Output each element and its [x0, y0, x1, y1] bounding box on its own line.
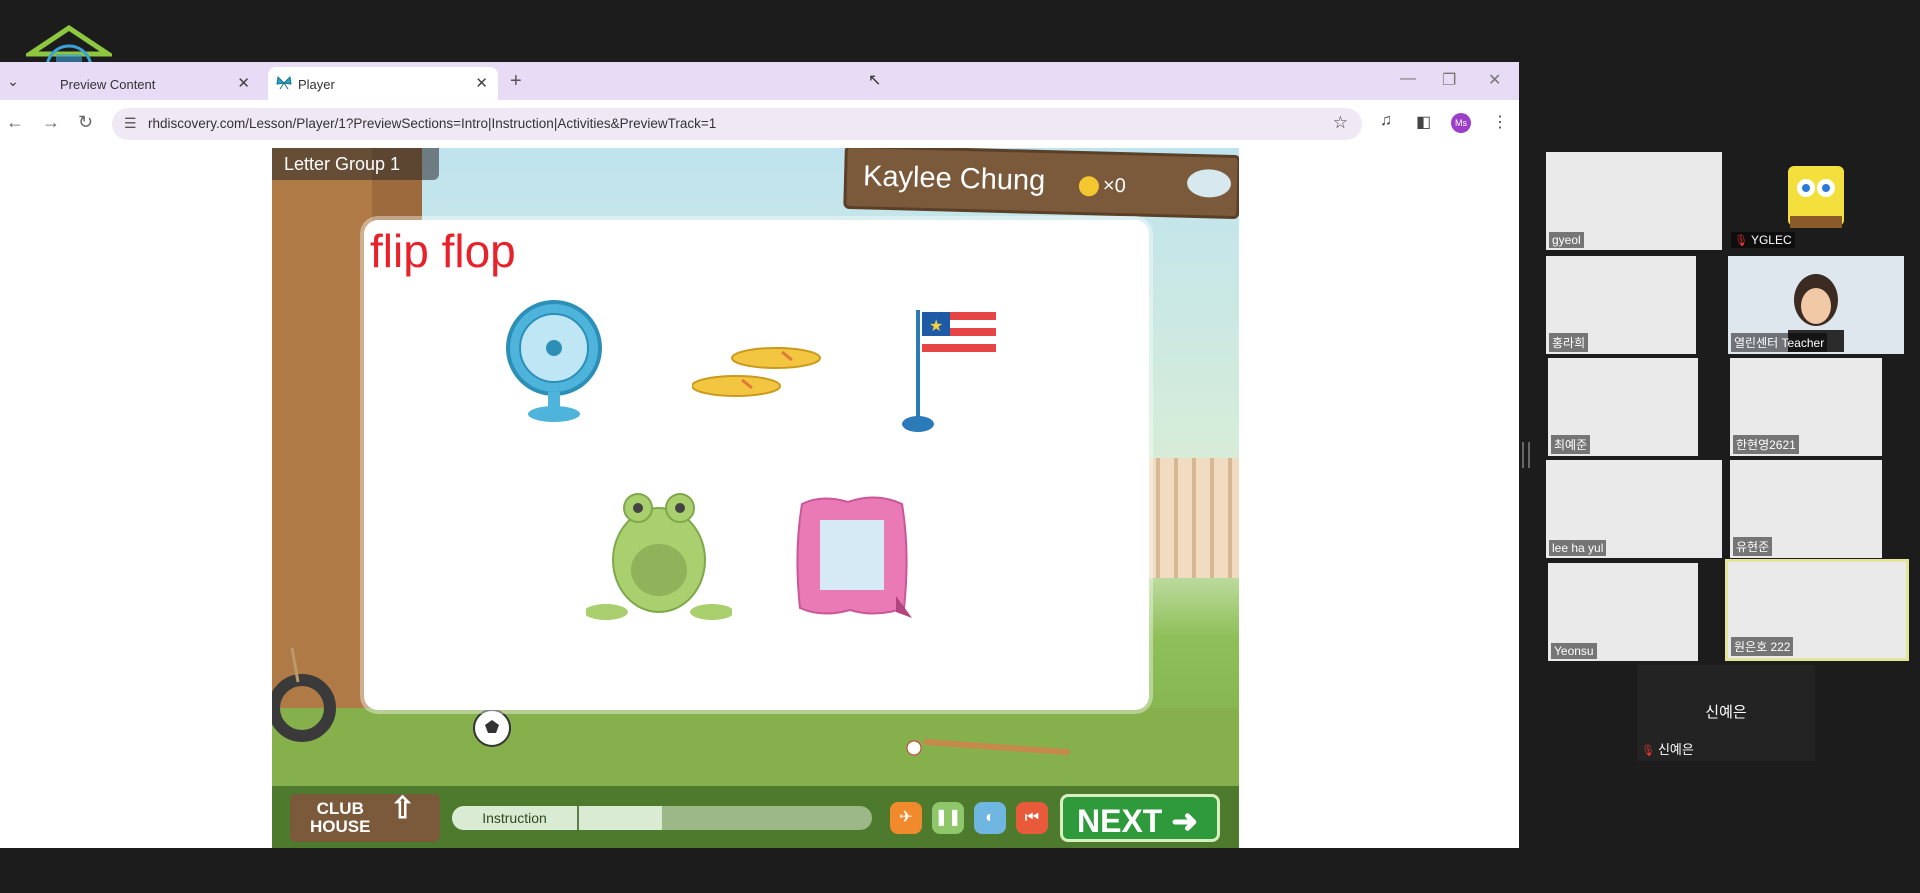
audio-replay-button[interactable]: ◐: [974, 802, 1006, 834]
club-house-label: CLUB HOUSE: [310, 799, 371, 836]
tab-label: Preview Content: [60, 77, 156, 92]
panel-resize-handle[interactable]: [1522, 442, 1530, 468]
restore-button[interactable]: ❐: [1442, 70, 1456, 90]
minimize-button[interactable]: —: [1400, 70, 1416, 88]
tab-bar: ⌄ Preview Content ✕ Player ✕ + — ❐ ✕: [0, 62, 1519, 100]
address-bar[interactable]: ☰ rhdiscovery.com/Lesson/Player/1?Previe…: [112, 108, 1362, 140]
reload-button[interactable]: ↻: [78, 112, 93, 133]
grass-ground: [272, 708, 1239, 788]
fan-picture[interactable]: [498, 296, 610, 426]
participant-name: 한현영2621: [1733, 435, 1799, 454]
tab-preview-content[interactable]: Preview Content ✕: [30, 67, 260, 100]
next-button[interactable]: NEXT ➜: [1060, 794, 1220, 842]
bird-hint-button[interactable]: ✈: [890, 802, 922, 834]
flip-flops-picture[interactable]: [692, 344, 826, 404]
soccer-ball-icon: [473, 709, 511, 747]
up-arrow-icon: ⇧: [390, 792, 416, 825]
participant-tile[interactable]: 🎙 YGLEC: [1728, 152, 1904, 250]
media-control-icon[interactable]: ♫: [1380, 112, 1392, 130]
spongebob-avatar: [1788, 166, 1844, 228]
participant-name: 열린센터 Teacher: [1731, 333, 1828, 352]
frog-picture[interactable]: [586, 486, 732, 626]
participant-name: 🎙 YGLEC: [1731, 232, 1795, 248]
tab-label: Player: [298, 77, 335, 92]
url-text[interactable]: rhdiscovery.com/Lesson/Player/1?PreviewS…: [148, 116, 716, 131]
target-word: flip flop: [370, 225, 516, 277]
flag-picture[interactable]: ★: [900, 304, 1000, 434]
participant-display-name: 신예은: [1705, 704, 1747, 721]
active-speaker-tile[interactable]: 원은호 222: [1725, 559, 1909, 661]
baseball-bat-icon: [906, 739, 1070, 756]
participant-name: 원은호 222: [1731, 637, 1794, 656]
participant-tile[interactable]: Yeonsu: [1548, 563, 1698, 661]
mouse-cursor-icon: ↖: [868, 72, 882, 89]
game-control-bar: CLUB HOUSE ⇧ Instruction ✈ ❚❚ ◐ ⏮ NEXT ➜: [272, 786, 1239, 848]
svg-text:★: ★: [929, 316, 943, 335]
tire-swing-icon: [272, 648, 336, 742]
participant-tile-no-video[interactable]: 신예은 🎙 신예은: [1637, 665, 1815, 761]
participant-name: Yeonsu: [1551, 643, 1597, 659]
bookmark-star-icon[interactable]: ☆: [1333, 113, 1348, 133]
coin-count: ×0: [1102, 174, 1127, 198]
coin-icon: [1078, 175, 1100, 197]
student-name: Kaylee Chung: [862, 160, 1046, 198]
profile-avatar[interactable]: Ms: [1451, 113, 1471, 133]
participant-name: 최예준: [1551, 435, 1591, 454]
pause-button[interactable]: ❚❚: [932, 802, 964, 834]
treehouse-thumbnail-icon[interactable]: [1186, 168, 1232, 198]
word-card: flip flop ★: [364, 220, 1149, 710]
butterfly-favicon-icon: [276, 75, 292, 90]
restart-button[interactable]: ⏮: [1016, 802, 1048, 834]
forward-button[interactable]: →: [42, 112, 60, 133]
muted-mic-icon: 🎙: [1734, 235, 1748, 247]
participant-name: 유현준: [1733, 537, 1773, 556]
picket-fence: [1142, 458, 1239, 578]
picture-frame-picture[interactable]: [792, 492, 916, 620]
close-window-button[interactable]: ✕: [1488, 70, 1501, 90]
participant-tile[interactable]: gyeol: [1546, 152, 1722, 250]
close-tab-icon[interactable]: ✕: [475, 74, 488, 92]
tab-player[interactable]: Player ✕: [268, 67, 498, 100]
progress-section-label: Instruction: [452, 806, 579, 830]
participant-name: lee ha yul: [1549, 540, 1607, 556]
browser-toolbar: ← → ↻ ☰ rhdiscovery.com/Lesson/Player/1?…: [0, 100, 1519, 148]
participant-tile[interactable]: 유현준: [1730, 460, 1882, 558]
side-panel-icon[interactable]: ◧: [1416, 112, 1431, 132]
participant-tile[interactable]: lee ha yul: [1546, 460, 1722, 558]
tab-search-chevron-icon[interactable]: ⌄: [4, 72, 22, 90]
club-house-button[interactable]: CLUB HOUSE ⇧: [290, 794, 440, 842]
participant-name: 홍라희: [1549, 333, 1589, 352]
participant-tile[interactable]: 한현영2621: [1730, 358, 1882, 456]
back-button[interactable]: ←: [6, 112, 24, 133]
letter-group-label: Letter Group 1: [272, 148, 439, 180]
new-tab-button[interactable]: +: [510, 70, 522, 93]
browser-menu-icon[interactable]: ⋮: [1492, 112, 1508, 132]
site-settings-icon[interactable]: ☰: [124, 115, 137, 132]
game-player: Letter Group 1 Kaylee Chung ×0 flip flop: [272, 148, 1239, 848]
participant-tile[interactable]: 최예준: [1548, 358, 1698, 456]
close-tab-icon[interactable]: ✕: [237, 74, 250, 92]
participant-tile[interactable]: 열린센터 Teacher: [1728, 256, 1904, 354]
participant-tile[interactable]: 홍라희: [1546, 256, 1696, 354]
participant-name: 🎙 신예은: [1641, 742, 1694, 757]
participant-name: gyeol: [1549, 232, 1584, 248]
student-name-sign: Kaylee Chung ×0: [843, 148, 1239, 220]
lesson-progress-bar: Instruction: [452, 806, 872, 830]
muted-mic-icon: 🎙: [1641, 745, 1655, 757]
